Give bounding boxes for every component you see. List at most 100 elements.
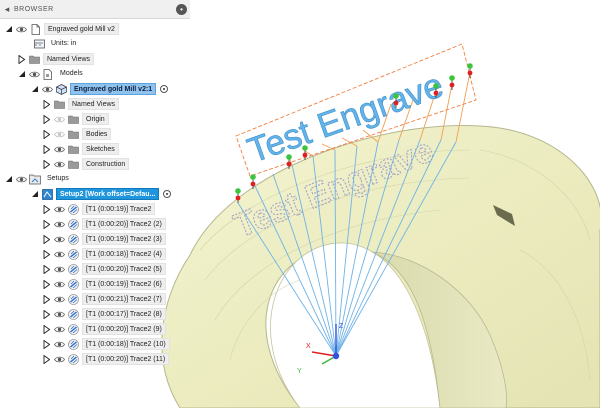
- tree-item-label: Named Views: [43, 53, 95, 65]
- tree-item-label: [T1 (0:00:19)] Trace2 (6): [82, 278, 166, 290]
- tree-row[interactable]: [T1 (0:00:21)] Trace2 (7): [42, 292, 166, 306]
- collapse-arrow-icon[interactable]: ◂: [0, 4, 14, 15]
- tree-item-label: Units: in: [51, 40, 77, 47]
- trace-icon: [67, 232, 79, 246]
- tree-row[interactable]: [T1 (0:00:18)] Trace2 (10): [42, 337, 170, 351]
- expand-closed-icon[interactable]: [42, 112, 51, 126]
- axis-x-label: X: [306, 343, 311, 350]
- tree-item-label: Named Views: [68, 98, 120, 110]
- visibility-eye-icon[interactable]: [53, 232, 65, 246]
- visibility-eye-icon[interactable]: [53, 307, 65, 321]
- tree-row[interactable]: [T1 (0:00:20)] Trace2 (9): [42, 322, 166, 336]
- expand-closed-icon[interactable]: [42, 337, 51, 351]
- expand-closed-icon[interactable]: [42, 292, 51, 306]
- expand-closed-icon[interactable]: [42, 352, 51, 366]
- tree-row[interactable]: Sketches: [42, 142, 119, 156]
- pin-icon[interactable]: •: [176, 4, 187, 15]
- expand-open-icon[interactable]: [17, 67, 26, 81]
- tree-item-label: [T1 (0:00:18)] Trace2 (4): [82, 248, 166, 260]
- tree-row[interactable]: Models: [17, 67, 86, 81]
- expand-closed-icon[interactable]: [42, 202, 51, 216]
- expand-closed-icon[interactable]: [42, 232, 51, 246]
- tree-row[interactable]: [T1 (0:00:20)] Trace2 (11): [42, 352, 170, 366]
- visibility-eye-icon[interactable]: [15, 172, 27, 186]
- visibility-eye-icon[interactable]: [53, 247, 65, 261]
- component-icon: [55, 82, 67, 96]
- tree-item-label: [T1 (0:00:19)] Trace2 (3): [82, 233, 166, 245]
- tree-item-label: Engraved gold Mill v2: [44, 23, 119, 35]
- tree-row[interactable]: Setup2 [Work offset=Defau...: [30, 187, 172, 201]
- visibility-eye-icon[interactable]: [53, 157, 65, 171]
- axis-y-label: Y: [297, 368, 302, 375]
- tree-row[interactable]: Construction: [42, 157, 130, 171]
- expand-closed-icon[interactable]: [42, 157, 51, 171]
- trace-icon: [67, 202, 79, 216]
- activate-radio-button[interactable]: [160, 85, 169, 93]
- browser-title: BROWSER: [14, 5, 54, 13]
- folder-icon: [67, 157, 79, 171]
- expand-closed-icon[interactable]: [42, 127, 51, 141]
- expand-closed-icon[interactable]: [42, 142, 51, 156]
- tree-row[interactable]: Engraved gold Mill v2: [4, 22, 119, 36]
- visibility-eye-icon[interactable]: [53, 112, 65, 126]
- tree-item-label: [T1 (0:00:17)] Trace2 (8): [82, 308, 166, 320]
- tree-row[interactable]: [T1 (0:00:17)] Trace2 (8): [42, 307, 166, 321]
- folder-icon: [53, 97, 65, 111]
- visibility-eye-icon[interactable]: [53, 277, 65, 291]
- tree-item-label: Origin: [82, 113, 109, 125]
- expand-closed-icon[interactable]: [42, 217, 51, 231]
- expand-closed-icon[interactable]: [17, 52, 26, 66]
- activate-radio-button[interactable]: [163, 190, 172, 198]
- visibility-eye-icon[interactable]: [53, 352, 65, 366]
- expand-closed-icon[interactable]: [42, 307, 51, 321]
- tree-row[interactable]: [T1 (0:00:19)] Trace2 (3): [42, 232, 166, 246]
- document-icon: [29, 22, 41, 36]
- visibility-eye-icon[interactable]: [53, 217, 65, 231]
- axis-z-label: Z: [339, 323, 344, 330]
- visibility-eye-icon[interactable]: [53, 142, 65, 156]
- expand-open-icon[interactable]: [30, 82, 39, 96]
- trace-icon: [67, 247, 79, 261]
- visibility-eye-icon[interactable]: [53, 202, 65, 216]
- expand-open-icon[interactable]: [4, 172, 13, 186]
- tree-item-label: [T1 (0:00:18)] Trace2 (10): [82, 338, 170, 350]
- visibility-eye-icon[interactable]: [15, 22, 27, 36]
- visibility-eye-icon[interactable]: [28, 67, 40, 81]
- tree-row[interactable]: Units: in: [22, 37, 79, 51]
- tree-row[interactable]: [T1 (0:00:19)] Trace2 (6): [42, 277, 166, 291]
- tree-row[interactable]: Engraved gold Mill v2:1: [30, 82, 169, 96]
- tree-row[interactable]: [T1 (0:00:20)] Trace2 (5): [42, 262, 166, 276]
- tree-item-label: Construction: [82, 158, 130, 170]
- tree-row[interactable]: Bodies: [42, 127, 112, 141]
- trace-icon: [67, 292, 79, 306]
- tree-row[interactable]: [T1 (0:00:20)] Trace2 (2): [42, 217, 166, 231]
- expand-closed-icon[interactable]: [42, 247, 51, 261]
- visibility-eye-icon[interactable]: [53, 127, 65, 141]
- expand-closed-icon[interactable]: [42, 97, 51, 111]
- tree-row[interactable]: Named Views: [17, 52, 95, 66]
- folder-icon: [28, 52, 40, 66]
- expand-closed-icon[interactable]: [42, 277, 51, 291]
- visibility-eye-icon[interactable]: [41, 82, 53, 96]
- tree-row[interactable]: Origin: [42, 112, 109, 126]
- expand-open-icon[interactable]: [4, 22, 13, 36]
- tree-item-label: [T1 (0:00:20)] Trace2 (11): [82, 353, 170, 365]
- tree-row[interactable]: Named Views: [42, 97, 120, 111]
- tree-row[interactable]: Setups: [4, 172, 72, 186]
- visibility-eye-icon[interactable]: [53, 337, 65, 351]
- tree-item-label: [T1 (0:00:20)] Trace2 (9): [82, 323, 166, 335]
- visibility-eye-icon[interactable]: [53, 262, 65, 276]
- folder-icon: [67, 142, 79, 156]
- tree-item-label: Sketches: [82, 143, 119, 155]
- trace-icon: [67, 307, 79, 321]
- visibility-eye-icon[interactable]: [53, 292, 65, 306]
- trace-icon: [67, 277, 79, 291]
- tree-row[interactable]: [T1 (0:00:18)] Trace2 (4): [42, 247, 166, 261]
- tree-row[interactable]: [T1 (0:00:19)] Trace2: [42, 202, 156, 216]
- tree-item-label: Setups: [47, 175, 69, 182]
- expand-closed-icon[interactable]: [42, 322, 51, 336]
- tree-item-label: Models: [60, 70, 83, 77]
- expand-open-icon[interactable]: [30, 187, 39, 201]
- expand-closed-icon[interactable]: [42, 262, 51, 276]
- visibility-eye-icon[interactable]: [53, 322, 65, 336]
